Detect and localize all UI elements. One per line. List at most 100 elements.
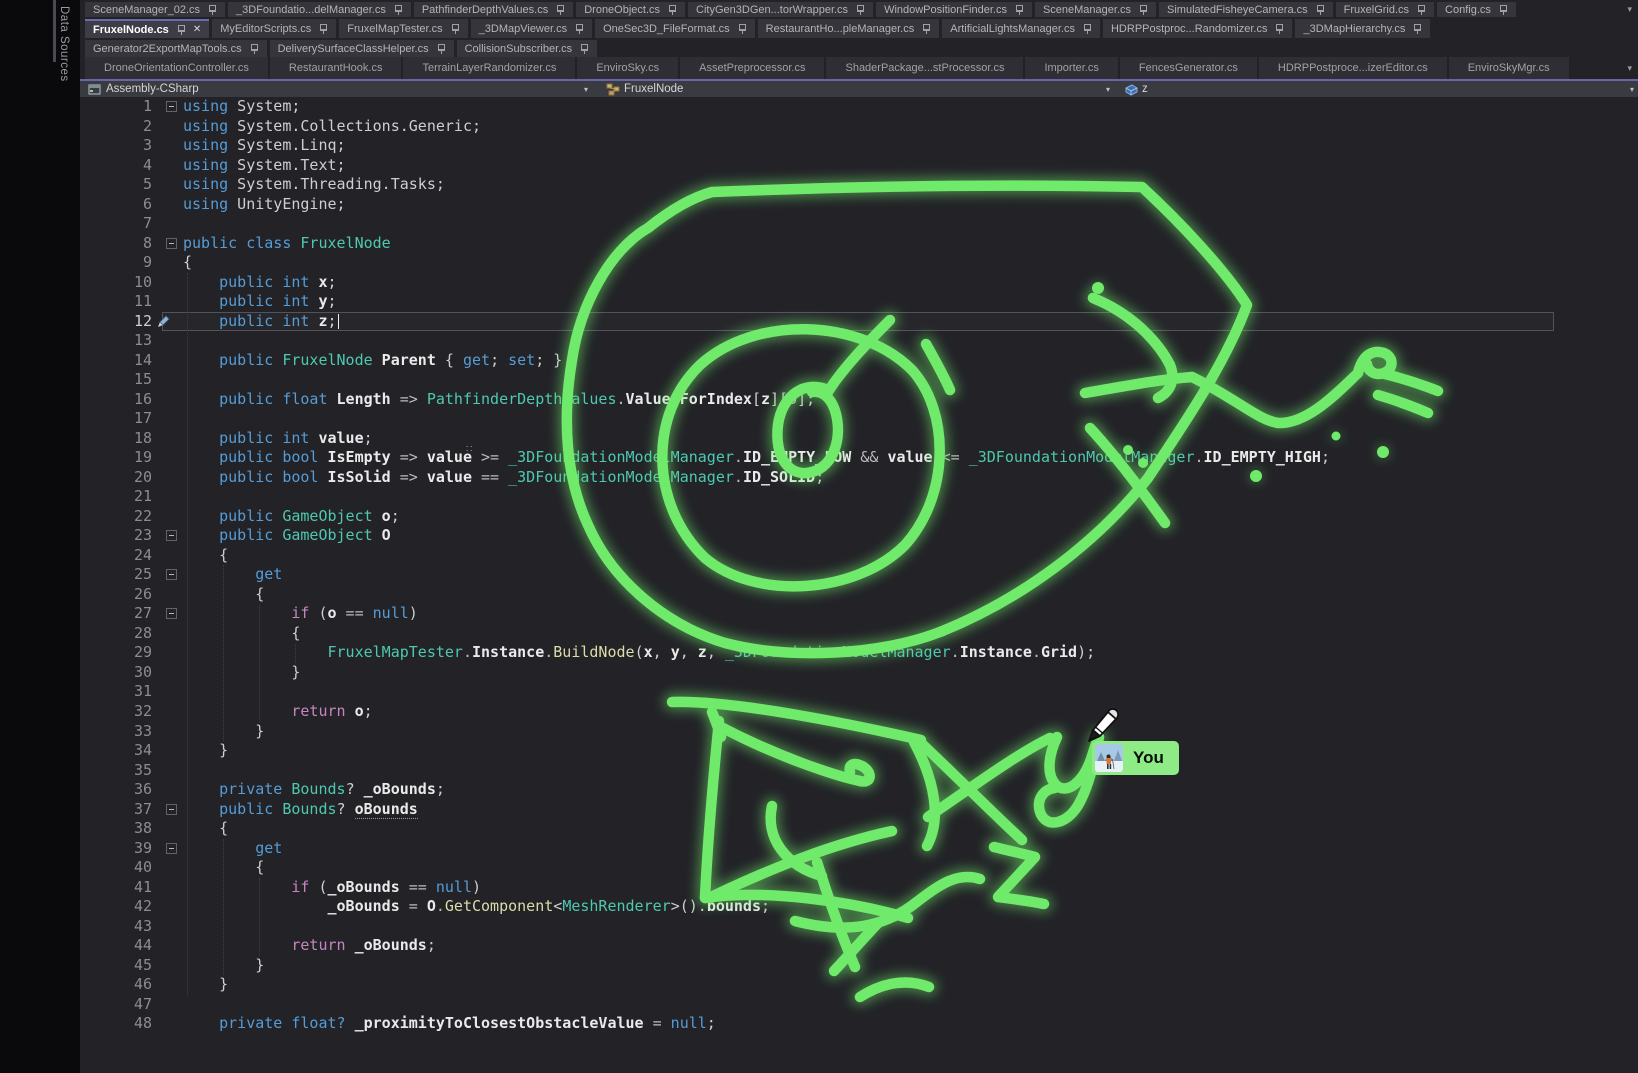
code-line-45: 45 } — [80, 956, 1638, 976]
fold-collapse-icon[interactable] — [166, 843, 177, 854]
code-line-27: 27 if (o == null) — [80, 604, 1638, 624]
pin-icon[interactable] — [1083, 23, 1092, 34]
pin-icon[interactable] — [437, 43, 446, 54]
tab-OneSec3D_FileFormat.cs[interactable]: OneSec3D_FileFormat.cs — [595, 19, 755, 38]
tab-DeliverySurfaceClassHelper.cs[interactable]: DeliverySurfaceClassHelper.cs — [270, 40, 454, 57]
tab-HDRPPostproce...izerEditor.cs[interactable]: HDRPPostproce...izerEditor.cs — [1259, 57, 1449, 79]
remote-cursor-artifact: ∷ — [466, 444, 473, 455]
fold-collapse-icon[interactable] — [166, 569, 177, 580]
tab-CityGen3DGen...torWrapper.cs[interactable]: CityGen3DGen...torWrapper.cs — [688, 2, 873, 17]
tab-EnviroSky.cs[interactable]: EnviroSky.cs — [577, 57, 680, 79]
tab-RestaurantHo...pleManager.cs[interactable]: RestaurantHo...pleManager.cs — [758, 19, 940, 38]
pin-icon[interactable] — [575, 23, 584, 34]
chevron-down-icon[interactable]: ▾ — [1106, 85, 1110, 94]
code-line-3: 3using System.Linq; — [80, 136, 1638, 156]
pin-icon[interactable] — [1139, 4, 1148, 15]
pin-icon[interactable] — [1417, 4, 1426, 15]
tab-CollisionSubscriber.cs[interactable]: CollisionSubscriber.cs — [457, 40, 598, 57]
tab-MyEditorScripts.cs[interactable]: MyEditorScripts.cs — [212, 19, 336, 38]
tab-_3DMapViewer.cs[interactable]: _3DMapViewer.cs — [471, 19, 592, 38]
fold-collapse-icon[interactable] — [166, 101, 177, 112]
tab-SceneManager_02.cs[interactable]: SceneManager_02.cs — [85, 2, 225, 17]
pin-icon[interactable] — [319, 23, 328, 34]
tab-DroneObject.cs[interactable]: DroneObject.cs — [576, 2, 685, 17]
tab-AssetPreprocessor.cs[interactable]: AssetPreprocessor.cs — [680, 57, 826, 79]
tab-Generator2ExportMapTools.cs[interactable]: Generator2ExportMapTools.cs — [85, 40, 267, 57]
tab-ShaderPackage...stProcessor.cs[interactable]: ShaderPackage...stProcessor.cs — [826, 57, 1025, 79]
project-dropdown[interactable]: Assembly-CSharp — [106, 83, 199, 95]
fold-collapse-icon[interactable] — [166, 530, 177, 541]
tab-FruxelNode.cs[interactable]: FruxelNode.cs✕ — [85, 19, 209, 38]
code-line-42: 42 _oBounds = O.GetComponent<MeshRendere… — [80, 897, 1638, 917]
code-text: private Bounds? _oBounds; — [183, 780, 445, 800]
pin-icon[interactable] — [1275, 23, 1284, 34]
fold-collapse-icon[interactable] — [166, 804, 177, 815]
line-number: 33 — [80, 722, 158, 742]
tab-label: DroneOrientationController.cs — [104, 62, 249, 74]
pin-icon[interactable] — [1413, 23, 1422, 34]
line-number: 28 — [80, 624, 158, 644]
tab-Config.cs[interactable]: Config.cs — [1437, 2, 1516, 17]
tab-TerrainLayerRandomizer.cs[interactable]: TerrainLayerRandomizer.cs — [403, 57, 577, 79]
pin-icon[interactable] — [856, 4, 865, 15]
code-line-30: 30 } — [80, 663, 1638, 683]
line-number: 34 — [80, 741, 158, 761]
vs-ide-window: { "sidebar": { "vertical_tab": "Data Sou… — [0, 0, 1638, 1073]
tab-overflow-icon[interactable]: ▾ — [1627, 63, 1632, 74]
code-editor[interactable]: 1using System;2using System.Collections.… — [80, 97, 1638, 1073]
sidebar-tab-data-sources[interactable]: Data Sources — [58, 6, 70, 82]
pin-icon[interactable] — [250, 43, 259, 54]
code-text: FruxelMapTester.Instance.BuildNode(x, y,… — [183, 643, 1095, 663]
field-cube-icon — [1124, 83, 1139, 102]
line-number: 2 — [80, 117, 158, 137]
tab-HDRPPostproc...Randomizer.cs[interactable]: HDRPPostproc...Randomizer.cs — [1103, 19, 1293, 38]
pin-icon[interactable] — [556, 4, 565, 15]
code-line-43: 43 — [80, 917, 1638, 937]
chevron-down-icon[interactable]: ▾ — [584, 85, 588, 94]
code-line-2: 2using System.Collections.Generic; — [80, 117, 1638, 137]
code-line-34: 34 } — [80, 741, 1638, 761]
tab-PathfinderDepthValues.cs[interactable]: PathfinderDepthValues.cs — [414, 2, 573, 17]
code-text: { — [183, 819, 228, 839]
code-line-39: 39 get — [80, 839, 1638, 859]
pin-icon[interactable] — [1499, 4, 1508, 15]
tab-EnviroSkyMgr.cs[interactable]: EnviroSkyMgr.cs — [1449, 57, 1571, 79]
pin-icon[interactable] — [580, 43, 589, 54]
tab-FencesGenerator.cs[interactable]: FencesGenerator.cs — [1120, 57, 1259, 79]
pin-icon[interactable] — [451, 23, 460, 34]
fold-collapse-icon[interactable] — [166, 238, 177, 249]
tab-ArtificialLightsManager.cs[interactable]: ArtificialLightsManager.cs — [942, 19, 1100, 38]
code-text: if (_oBounds == null) — [183, 878, 481, 898]
tab-RestaurantHook.cs[interactable]: RestaurantHook.cs — [270, 57, 404, 79]
fold-collapse-icon[interactable] — [166, 608, 177, 619]
pin-icon[interactable] — [394, 4, 403, 15]
close-icon[interactable]: ✕ — [193, 24, 201, 35]
pin-icon[interactable] — [738, 23, 747, 34]
code-line-44: 44 return _oBounds; — [80, 936, 1638, 956]
tab-SimulatedFisheyeCamera.cs[interactable]: SimulatedFisheyeCamera.cs — [1159, 2, 1333, 17]
chevron-down-icon[interactable]: ▾ — [1630, 85, 1634, 94]
tab-FruxelMapTester.cs[interactable]: FruxelMapTester.cs — [339, 19, 467, 38]
tab-SceneManager.cs[interactable]: SceneManager.cs — [1035, 2, 1156, 17]
tab-_3DMapHierarchy.cs[interactable]: _3DMapHierarchy.cs — [1295, 19, 1430, 38]
pin-icon[interactable] — [1015, 4, 1024, 15]
tab-Importer.cs[interactable]: Importer.cs — [1025, 57, 1119, 79]
code-line-24: 24 { — [80, 546, 1638, 566]
tab-DroneOrientationController.cs[interactable]: DroneOrientationController.cs — [85, 57, 270, 79]
member-dropdown[interactable]: z — [1142, 83, 1148, 95]
code-text: public GameObject O — [183, 526, 391, 546]
class-dropdown[interactable]: FruxelNode — [624, 83, 683, 95]
pin-icon[interactable] — [668, 4, 677, 15]
pin-icon[interactable] — [208, 4, 217, 15]
line-number: 14 — [80, 351, 158, 371]
code-text: _oBounds = O.GetComponent<MeshRenderer>(… — [183, 897, 770, 917]
pin-icon[interactable] — [1316, 4, 1325, 15]
tab-WindowPositionFinder.cs[interactable]: WindowPositionFinder.cs — [876, 2, 1032, 17]
tab-label: MyEditorScripts.cs — [220, 23, 311, 35]
tab-FruxelGrid.cs[interactable]: FruxelGrid.cs — [1336, 2, 1434, 17]
code-text: get — [183, 839, 282, 859]
tab-overflow-icon[interactable]: ▾ — [1627, 4, 1632, 15]
pin-icon[interactable] — [177, 24, 186, 35]
tab-_3DFoundatio...delManager.cs[interactable]: _3DFoundatio...delManager.cs — [228, 2, 411, 17]
pin-icon[interactable] — [922, 23, 931, 34]
